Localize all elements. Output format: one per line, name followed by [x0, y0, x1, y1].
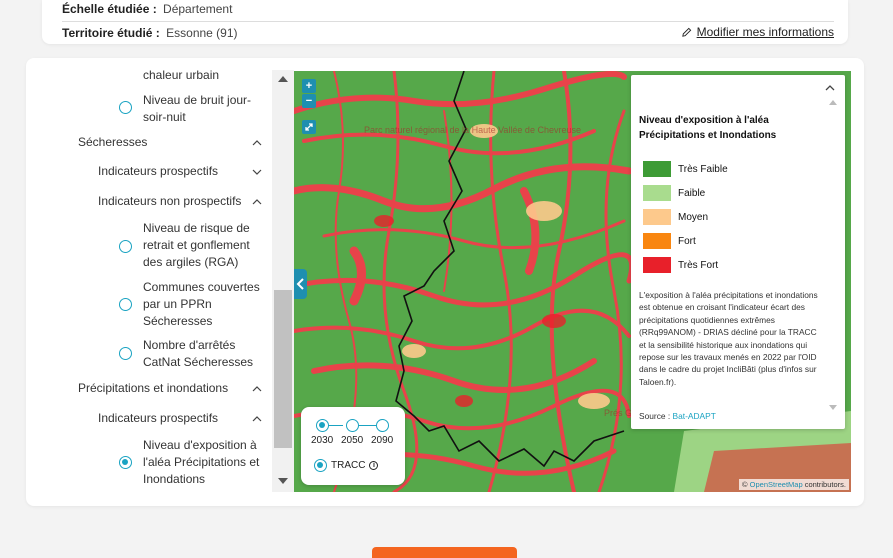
territory-row: Territoire étudié : Essonne (91) — [62, 26, 238, 40]
legend-label: Moyen — [678, 211, 709, 223]
timeline-control: 2030 2050 2090 TRACC i — [301, 407, 405, 485]
scroll-up-arrow-icon[interactable] — [278, 76, 288, 82]
map-canvas[interactable]: Parc naturel régional de la Haute Vallée… — [294, 71, 851, 492]
sidebar-item-pprn[interactable]: Communes couvertes par un PPRn Sécheress… — [143, 279, 268, 330]
chevron-up-icon[interactable] — [252, 414, 262, 424]
radio-pprn[interactable] — [119, 298, 132, 311]
year-2030-dot[interactable] — [316, 419, 329, 432]
legend-item: Faible — [643, 185, 705, 201]
legend-label: Très Fort — [678, 259, 719, 271]
scroll-thumb[interactable] — [274, 290, 292, 448]
osm-link[interactable]: OpenStreetMap — [750, 480, 803, 489]
timeline-connector — [329, 425, 343, 426]
timeline-connector — [359, 425, 377, 426]
sidebar-item-rga[interactable]: Niveau de risque de retrait et gonflemen… — [143, 220, 263, 271]
chevron-down-icon[interactable] — [252, 167, 262, 177]
sidebar-scrollbar[interactable] — [272, 70, 294, 492]
scale-row: Échelle étudiée : Département — [62, 2, 232, 16]
legend-item: Fort — [643, 233, 696, 249]
source-link[interactable]: Bat-ADAPT — [673, 411, 716, 421]
radio-bruit[interactable] — [119, 101, 132, 114]
year-label[interactable]: 2050 — [341, 435, 363, 446]
pencil-icon — [681, 27, 691, 37]
subcategory-precip-prospectifs[interactable]: Indicateurs prospectifs — [98, 410, 218, 427]
legend-source: Source : Bat-ADAPT — [639, 411, 716, 421]
sidebar-item-catnat[interactable]: Nombre d'arrêtés CatNat Sécheresses — [143, 337, 263, 371]
info-icon[interactable]: i — [369, 461, 379, 470]
fullscreen-button[interactable] — [302, 120, 316, 134]
chevron-up-icon[interactable] — [252, 138, 262, 148]
source-label: Source : — [639, 411, 671, 421]
zoom-out-button[interactable]: − — [302, 94, 316, 108]
zoom-in-button[interactable]: + — [302, 79, 316, 93]
legend-label: Très Faible — [678, 163, 728, 175]
sidebar-item-bruit[interactable]: Niveau de bruit jour-soir-nuit — [143, 92, 258, 126]
year-label[interactable]: 2090 — [371, 435, 393, 446]
legend-swatch — [643, 161, 671, 177]
legend-scrollbar[interactable] — [827, 95, 839, 415]
map-place-label: Parc naturel régional de la Haute Vallée… — [364, 125, 581, 135]
map-attribution: © OpenStreetMap contributors. — [739, 479, 849, 490]
chevron-up-icon[interactable] — [825, 83, 835, 93]
expand-icon — [305, 123, 313, 131]
year-2090-dot[interactable] — [376, 419, 389, 432]
chevron-up-icon[interactable] — [252, 384, 262, 394]
category-secheresses[interactable]: Sécheresses — [78, 134, 147, 151]
sidebar-item-chaleur[interactable]: chaleur urbain — [143, 70, 243, 84]
tracc-radio[interactable] — [314, 459, 327, 472]
tracc-option[interactable]: TRACC i — [314, 459, 379, 472]
legend-swatch — [643, 209, 671, 225]
chevron-up-icon[interactable] — [252, 197, 262, 207]
cta-button[interactable] — [372, 547, 517, 558]
legend-item: Moyen — [643, 209, 708, 225]
attribution-suffix: contributors. — [804, 480, 846, 489]
sidebar-item-precip-exposition[interactable]: Niveau d'exposition à l'aléa Précipitati… — [143, 437, 268, 488]
legend-title: Niveau d'exposition à l'aléa Précipitati… — [639, 115, 777, 141]
modify-info-link[interactable]: Modifier mes informations — [681, 25, 834, 39]
scale-value: Département — [163, 2, 233, 16]
legend-item: Très Faible — [643, 161, 728, 177]
legend-swatch — [643, 185, 671, 201]
territory-value: Essonne (91) — [166, 26, 238, 40]
legend-label: Faible — [678, 187, 706, 199]
legend-description: L'exposition à l'aléa précipitations et … — [639, 290, 818, 387]
map-panel: chaleur urbain Niveau de bruit jour-soir… — [26, 58, 864, 506]
radio-catnat[interactable] — [119, 347, 132, 360]
legend-swatch — [643, 257, 671, 273]
radio-precip-exposition[interactable] — [119, 456, 132, 469]
radio-rga[interactable] — [119, 240, 132, 253]
sidebar-toggle-button[interactable] — [294, 269, 307, 299]
map-legend: Niveau d'exposition à l'aléa Précipitati… — [631, 75, 845, 429]
tracc-label: TRACC — [331, 460, 366, 471]
divider — [62, 21, 834, 22]
legend-swatch — [643, 233, 671, 249]
indicator-sidebar: chaleur urbain Niveau de bruit jour-soir… — [26, 70, 272, 492]
chevron-left-icon — [296, 278, 304, 290]
scale-label: Échelle étudiée : — [62, 2, 157, 16]
territory-info-card: Échelle étudiée : Département Territoire… — [42, 0, 848, 44]
subcategory-sech-prospectifs[interactable]: Indicateurs prospectifs — [98, 163, 218, 180]
copyright-symbol: © — [742, 480, 748, 489]
legend-item: Très Fort — [643, 257, 718, 273]
modify-info-label: Modifier mes informations — [696, 25, 834, 39]
scroll-down-arrow-icon[interactable] — [278, 478, 288, 484]
territory-label: Territoire étudié : — [62, 26, 160, 40]
year-2050-dot[interactable] — [346, 419, 359, 432]
subcategory-sech-non-prospectifs[interactable]: Indicateurs non prospectifs — [98, 193, 241, 210]
legend-label: Fort — [678, 235, 696, 247]
category-precipitations[interactable]: Précipitations et inondations — [78, 380, 228, 397]
year-label[interactable]: 2030 — [311, 435, 333, 446]
